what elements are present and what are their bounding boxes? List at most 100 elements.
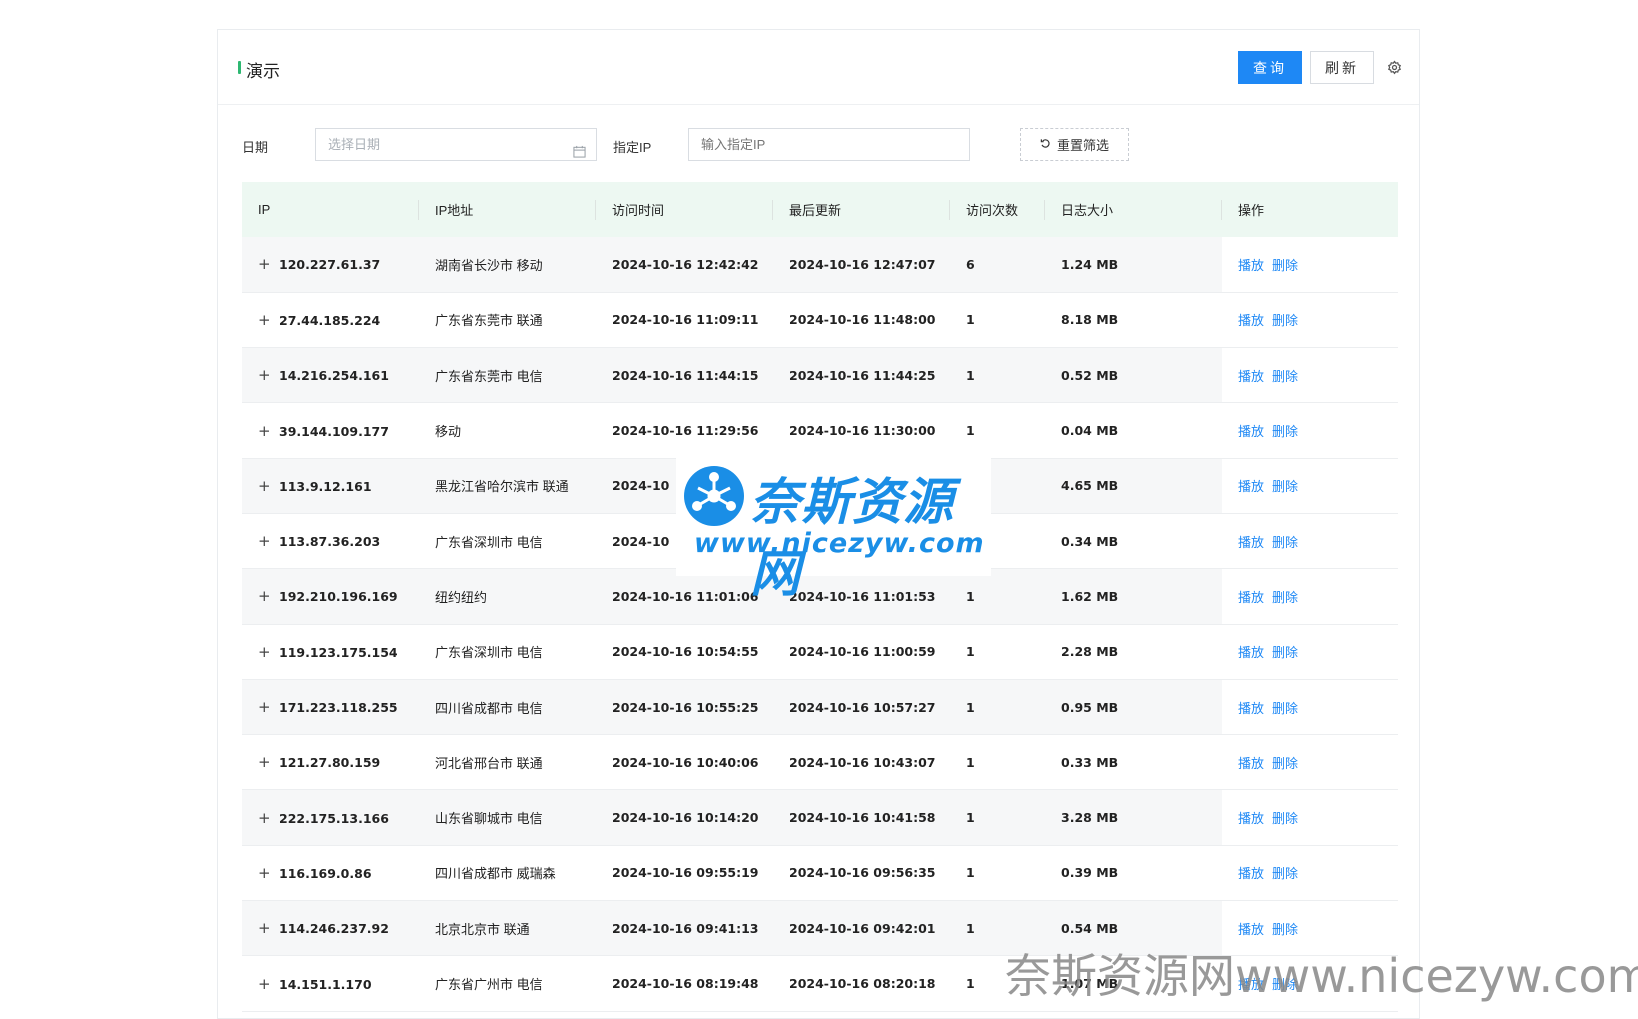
play-link[interactable]: 播放 xyxy=(1238,313,1264,328)
delete-link[interactable]: 删除 xyxy=(1272,424,1298,439)
plus-icon[interactable]: + xyxy=(258,477,271,495)
cell-location: 移动 xyxy=(435,424,462,440)
watermark-center: 奈斯资源网 www.nicezyw.com xyxy=(676,456,991,603)
cell-count: 1 xyxy=(966,865,975,881)
table-row: +222.175.13.166 山东省聊城市 电信 2024-10-16 10:14… xyxy=(242,789,1398,846)
play-link[interactable]: 播放 xyxy=(1238,922,1264,937)
cell-actions: 播放 删除 xyxy=(1222,458,1398,514)
cell-visit-time: 2024-10-16 11:09:11 xyxy=(612,312,759,328)
table-row: +171.223.118.255 四川省成都市 电信 2024-10-16 10:5… xyxy=(242,679,1398,735)
ip-value: 14.151.1.170 xyxy=(279,976,372,992)
plus-icon[interactable]: + xyxy=(258,643,271,661)
play-link[interactable]: 播放 xyxy=(1238,866,1264,881)
delete-link[interactable]: 删除 xyxy=(1272,258,1298,273)
delete-link[interactable]: 删除 xyxy=(1272,866,1298,881)
cell-ip: +192.210.196.169 xyxy=(242,569,419,624)
refresh-button[interactable]: 刷新 xyxy=(1310,51,1374,84)
plus-icon[interactable]: + xyxy=(258,975,271,993)
cell-actions: 播放 删除 xyxy=(1222,624,1398,680)
cell-location: 黑龙江省哈尔滨市 联通 xyxy=(435,479,569,495)
plus-icon[interactable]: + xyxy=(258,366,271,384)
delete-link[interactable]: 删除 xyxy=(1272,590,1298,605)
delete-link[interactable]: 删除 xyxy=(1272,535,1298,550)
cell-visit-time: 2024-10-16 10:54:55 xyxy=(612,644,759,660)
cell-location: 广东省深圳市 电信 xyxy=(435,534,543,550)
title-accent-bar xyxy=(238,61,241,74)
table-row: +116.169.0.86 四川省成都市 威瑞森 2024-10-16 09:55:… xyxy=(242,845,1398,901)
cell-actions: 播放 删除 xyxy=(1222,679,1398,735)
cell-actions: 播放 删除 xyxy=(1222,734,1398,790)
table-row: +14.216.254.161 广东省东莞市 电信 2024-10-16 11:44… xyxy=(242,347,1398,403)
play-link[interactable]: 播放 xyxy=(1238,424,1264,439)
cell-actions: 播放 删除 xyxy=(1222,789,1398,846)
delete-link[interactable]: 删除 xyxy=(1272,922,1298,937)
ip-value: 192.210.196.169 xyxy=(279,589,398,605)
plus-icon[interactable]: + xyxy=(258,919,271,937)
plus-icon[interactable]: + xyxy=(258,422,271,440)
cell-last-update: 2024-10-16 11:00:59 xyxy=(789,644,936,660)
cell-ip: +121.27.80.159 xyxy=(242,735,419,790)
ip-value: 120.227.61.37 xyxy=(279,257,381,273)
cell-ip: +171.223.118.255 xyxy=(242,679,419,734)
play-link[interactable]: 播放 xyxy=(1238,258,1264,273)
delete-link[interactable]: 删除 xyxy=(1272,701,1298,716)
cell-last-update: 2024-10-16 11:44:25 xyxy=(789,367,936,383)
ip-value: 222.175.13.166 xyxy=(279,810,389,826)
cell-visit-time: 2024-10-16 09:41:13 xyxy=(612,920,759,936)
cell-ip: +113.87.36.203 xyxy=(242,513,419,568)
delete-link[interactable]: 删除 xyxy=(1272,756,1298,771)
cell-count: 1 xyxy=(966,312,975,328)
play-link[interactable]: 播放 xyxy=(1238,479,1264,494)
cell-size: 0.95 MB xyxy=(1061,699,1119,715)
reset-filter-button[interactable]: 重置筛选 xyxy=(1020,128,1129,161)
column-header-ip: IP xyxy=(242,182,419,237)
cell-last-update: 2024-10-16 09:56:35 xyxy=(789,865,936,881)
cell-ip: +114.246.237.92 xyxy=(242,901,419,956)
plus-icon[interactable]: + xyxy=(258,809,271,827)
ip-input[interactable] xyxy=(688,128,970,161)
plus-icon[interactable]: + xyxy=(258,532,271,550)
table-row: +39.144.109.177 移动 2024-10-16 11:29:56 2024… xyxy=(242,402,1398,459)
cell-last-update: 2024-10-16 11:30:00 xyxy=(789,423,936,439)
cell-visit-time: 2024-10-16 10:14:20 xyxy=(612,810,759,826)
play-link[interactable]: 播放 xyxy=(1238,369,1264,384)
column-header-count: 访问次数 xyxy=(950,182,1045,237)
cell-location: 湖南省长沙市 移动 xyxy=(435,257,543,273)
ip-value: 171.223.118.255 xyxy=(279,700,398,716)
cell-actions: 播放 删除 xyxy=(1222,513,1398,569)
play-link[interactable]: 播放 xyxy=(1238,535,1264,550)
delete-link[interactable]: 删除 xyxy=(1272,313,1298,328)
plus-icon[interactable]: + xyxy=(258,753,271,771)
play-link[interactable]: 播放 xyxy=(1238,811,1264,826)
cell-size: 0.04 MB xyxy=(1061,423,1119,439)
query-button[interactable]: 查询 xyxy=(1238,51,1302,84)
brand-logo-icon xyxy=(684,466,744,526)
cell-size: 1.62 MB xyxy=(1061,588,1119,604)
play-link[interactable]: 播放 xyxy=(1238,590,1264,605)
date-picker[interactable]: 选择日期 xyxy=(315,128,597,161)
cell-last-update: 2024-10-16 10:43:07 xyxy=(789,754,936,770)
table-row: +121.27.80.159 河北省邢台市 联通 2024-10-16 10:40:… xyxy=(242,734,1398,790)
cell-ip: +120.227.61.37 xyxy=(242,237,419,292)
cell-last-update: 2024-10-16 10:57:27 xyxy=(789,699,936,715)
delete-link[interactable]: 删除 xyxy=(1272,645,1298,660)
plus-icon[interactable]: + xyxy=(258,698,271,716)
play-link[interactable]: 播放 xyxy=(1238,701,1264,716)
delete-link[interactable]: 删除 xyxy=(1272,369,1298,384)
panel-header: 演示 查询 刷新 xyxy=(218,30,1419,105)
play-link[interactable]: 播放 xyxy=(1238,756,1264,771)
delete-link[interactable]: 删除 xyxy=(1272,811,1298,826)
cell-count: 1 xyxy=(966,423,975,439)
cell-actions: 播放 删除 xyxy=(1222,402,1398,459)
play-link[interactable]: 播放 xyxy=(1238,645,1264,660)
cell-ip: +119.123.175.154 xyxy=(242,624,419,679)
plus-icon[interactable]: + xyxy=(258,311,271,329)
plus-icon[interactable]: + xyxy=(258,255,271,273)
ip-label: 指定IP xyxy=(613,140,652,155)
plus-icon[interactable]: + xyxy=(258,587,271,605)
delete-link[interactable]: 删除 xyxy=(1272,479,1298,494)
plus-icon[interactable]: + xyxy=(258,864,271,882)
gear-icon[interactable] xyxy=(1383,56,1405,78)
cell-visit-time: 2024-10-16 12:42:42 xyxy=(612,256,759,272)
column-header-visit-time: 访问时间 xyxy=(596,182,773,237)
